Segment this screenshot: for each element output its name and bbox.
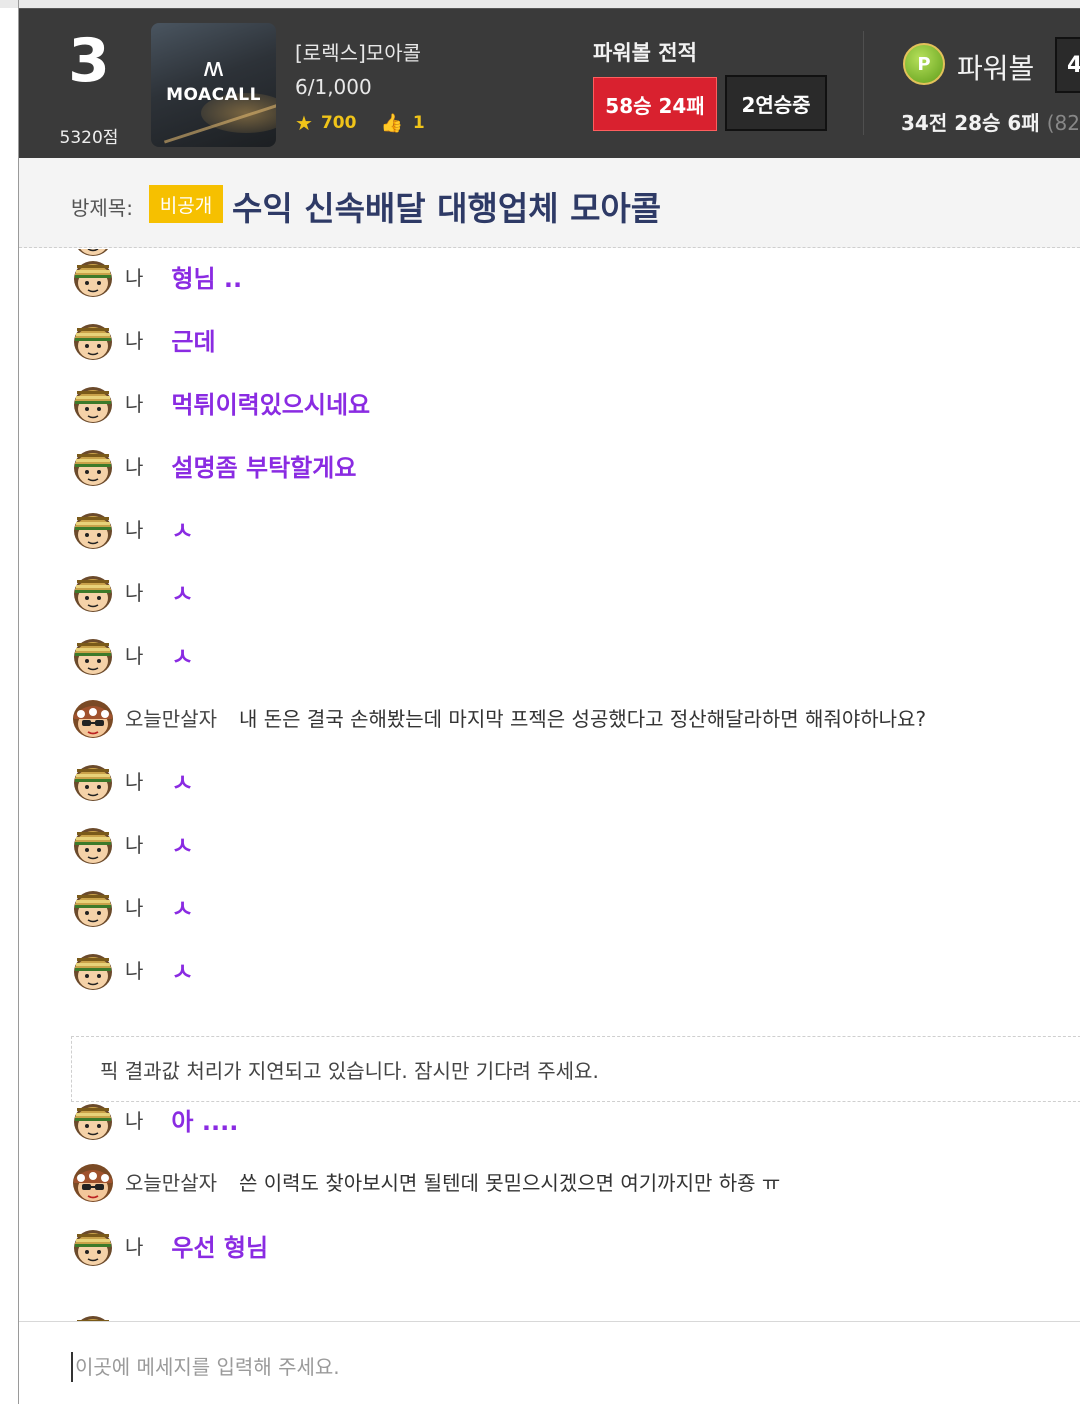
chat-input-area xyxy=(19,1321,1080,1404)
powerball-button[interactable]: 4 xyxy=(1055,37,1080,93)
room-title: 수익 신속배달 대행업체 모아콜 xyxy=(232,189,662,228)
chat-message-text: ㅅ xyxy=(171,768,194,797)
streak-badge: 2연승중 xyxy=(725,75,827,131)
chat-message-text: ㅅ xyxy=(171,516,194,545)
chat-message: 나ㅅ xyxy=(69,944,194,994)
record-title: 파워볼 전적 xyxy=(593,41,697,65)
powerball-percent: (82% xyxy=(1046,111,1080,135)
chat-message: 나ㅅ xyxy=(69,629,194,679)
chat-message-text: ㅅ xyxy=(171,957,194,986)
chat-nickname[interactable]: 나 xyxy=(125,577,143,606)
rank-number: 3 xyxy=(68,26,110,96)
chat-message-text: 설명좀 부탁할게요 xyxy=(171,453,357,482)
soldier-avatar-icon[interactable] xyxy=(69,504,117,552)
powerball-title: 파워볼 xyxy=(957,52,1035,85)
chat-message-text: 내 돈은 결국 손해봤는데 마지막 프젝은 성공했다고 정산해달라하면 해줘야하… xyxy=(239,706,927,731)
chat-nickname[interactable]: 나 xyxy=(125,829,143,858)
like-count: 1 xyxy=(412,113,425,133)
thumbs-up-icon[interactable]: 👍 xyxy=(380,113,402,134)
soldier-avatar-icon[interactable] xyxy=(69,819,117,867)
powerball-icon: P xyxy=(903,43,945,85)
chat-nickname[interactable]: 나 xyxy=(125,1105,143,1134)
chat-input[interactable] xyxy=(71,1352,1031,1382)
chat-message-text: 형님 .. xyxy=(171,264,243,293)
star-icon: ★ xyxy=(295,111,313,135)
chat-nickname[interactable]: 나 xyxy=(125,892,143,921)
rank-score: 5320점 xyxy=(59,128,119,148)
chat-message: 나ㅅ xyxy=(69,881,194,931)
chat-message: 나ㅅ xyxy=(69,503,194,553)
header-divider xyxy=(863,31,864,135)
system-notice: 픽 결과값 처리가 지연되고 있습니다. 잠시만 기다려 주세요. xyxy=(71,1036,1080,1102)
chat-message: 오늘만살자 내 돈은 결국 손해봤는데 마지막 프젝은 성공했다고 정산해달라하면… xyxy=(69,692,926,742)
room-title-label: 방제목: xyxy=(71,196,133,220)
room-name[interactable]: [로렉스]모아콜 xyxy=(295,37,421,66)
chat-nickname[interactable]: 오늘만살자 xyxy=(125,1167,217,1196)
soldier-avatar-icon[interactable] xyxy=(69,252,117,300)
soldier-avatar-icon[interactable] xyxy=(69,630,117,678)
powerball-record: 34전 28승 6패 (82% xyxy=(901,107,1080,136)
chat-nickname[interactable]: 나 xyxy=(125,1231,143,1260)
chat-message-text: ㅅ xyxy=(171,579,194,608)
win-loss-badge: 58승 24패 xyxy=(593,77,717,131)
chat-log[interactable]: 픽 결과값 처리가 지연되고 있습니다. 잠시만 기다려 주세요. 나 형님 ..… xyxy=(19,249,1080,1321)
moacall-logo-icon: ʍ xyxy=(202,53,225,83)
room-header: 3 5320점 ʍ MOACALL [로렉스]모아콜 6/1,000 ★ 700… xyxy=(19,8,1080,158)
chat-message-text: ㅅ xyxy=(171,831,194,860)
soldier-avatar-icon[interactable] xyxy=(69,1221,117,1269)
chat-nickname[interactable]: 나 xyxy=(125,514,143,543)
chat-message: 오늘만살자 쓴 이력도 찾아보시면 될텐데 못믿으시겠으면 여기까지만 하죵 ㅠ xyxy=(69,1156,780,1206)
moacall-logo-text: MOACALL xyxy=(166,85,261,105)
chat-nickname[interactable]: 나 xyxy=(125,955,143,984)
soldier-avatar-icon[interactable] xyxy=(69,441,117,489)
soldier-avatar-icon[interactable] xyxy=(69,315,117,363)
chat-message: 나ㅅ xyxy=(69,818,194,868)
chat-message: 나ㅅ xyxy=(69,755,194,805)
powerball-record-text: 34전 28승 6패 xyxy=(901,111,1040,135)
chat-message-text: 먹튀이력있으시네요 xyxy=(171,390,371,419)
chat-message: 나 아 .... xyxy=(69,1094,238,1144)
chat-message: 나 먹튀이력있으시네요 xyxy=(69,377,370,427)
top-strip xyxy=(0,0,1080,8)
chat-nickname[interactable]: 나 xyxy=(125,388,143,417)
soldier-avatar-icon[interactable] xyxy=(69,378,117,426)
chat-message: 나 설명좀 부탁할게요 xyxy=(69,440,356,490)
room-title-bar: 방제목: 비공개 수익 신속배달 대행업체 모아콜 xyxy=(19,158,1080,248)
private-badge: 비공개 xyxy=(149,185,223,223)
chat-nickname[interactable]: 나 xyxy=(125,766,143,795)
chat-message: 나 근데 xyxy=(69,314,216,364)
chat-message-text: 쓴 이력도 찾아보시면 될텐데 못믿으시겠으면 여기까지만 하죵 ㅠ xyxy=(239,1170,781,1195)
chat-message-text: 근데 xyxy=(171,327,216,356)
chat-message-text: ㅅ xyxy=(171,642,194,671)
soldier-avatar-icon xyxy=(69,249,117,259)
chat-nickname[interactable]: 나 xyxy=(125,262,143,291)
soldier-avatar-icon[interactable] xyxy=(69,567,117,615)
chat-message: 나 우선 형님 xyxy=(69,1220,268,1270)
room-thumbnail[interactable]: ʍ MOACALL xyxy=(151,23,276,147)
chat-message: 나ㅅ xyxy=(69,566,194,616)
chat-nickname[interactable]: 나 xyxy=(125,325,143,354)
soldier-avatar-icon[interactable] xyxy=(69,945,117,993)
chat-nickname[interactable]: 오늘만살자 xyxy=(125,703,217,732)
soldier-avatar-icon[interactable] xyxy=(69,882,117,930)
chat-nickname[interactable]: 나 xyxy=(125,640,143,669)
chat-message-text: 우선 형님 xyxy=(171,1233,269,1262)
chat-message-text: 아 .... xyxy=(171,1107,239,1136)
room-stats: ★ 700 👍 1 xyxy=(295,111,425,135)
soldier-avatar-icon xyxy=(69,1307,117,1321)
room-member-count: 6/1,000 xyxy=(295,75,372,99)
goggles-avatar-icon[interactable] xyxy=(69,1157,117,1205)
star-count: 700 xyxy=(320,113,357,133)
soldier-avatar-icon[interactable] xyxy=(69,756,117,804)
soldier-avatar-icon[interactable] xyxy=(69,1095,117,1143)
chat-message-text: ㅅ xyxy=(171,894,194,923)
chat-nickname[interactable]: 나 xyxy=(125,451,143,480)
goggles-avatar-icon[interactable] xyxy=(69,693,117,741)
